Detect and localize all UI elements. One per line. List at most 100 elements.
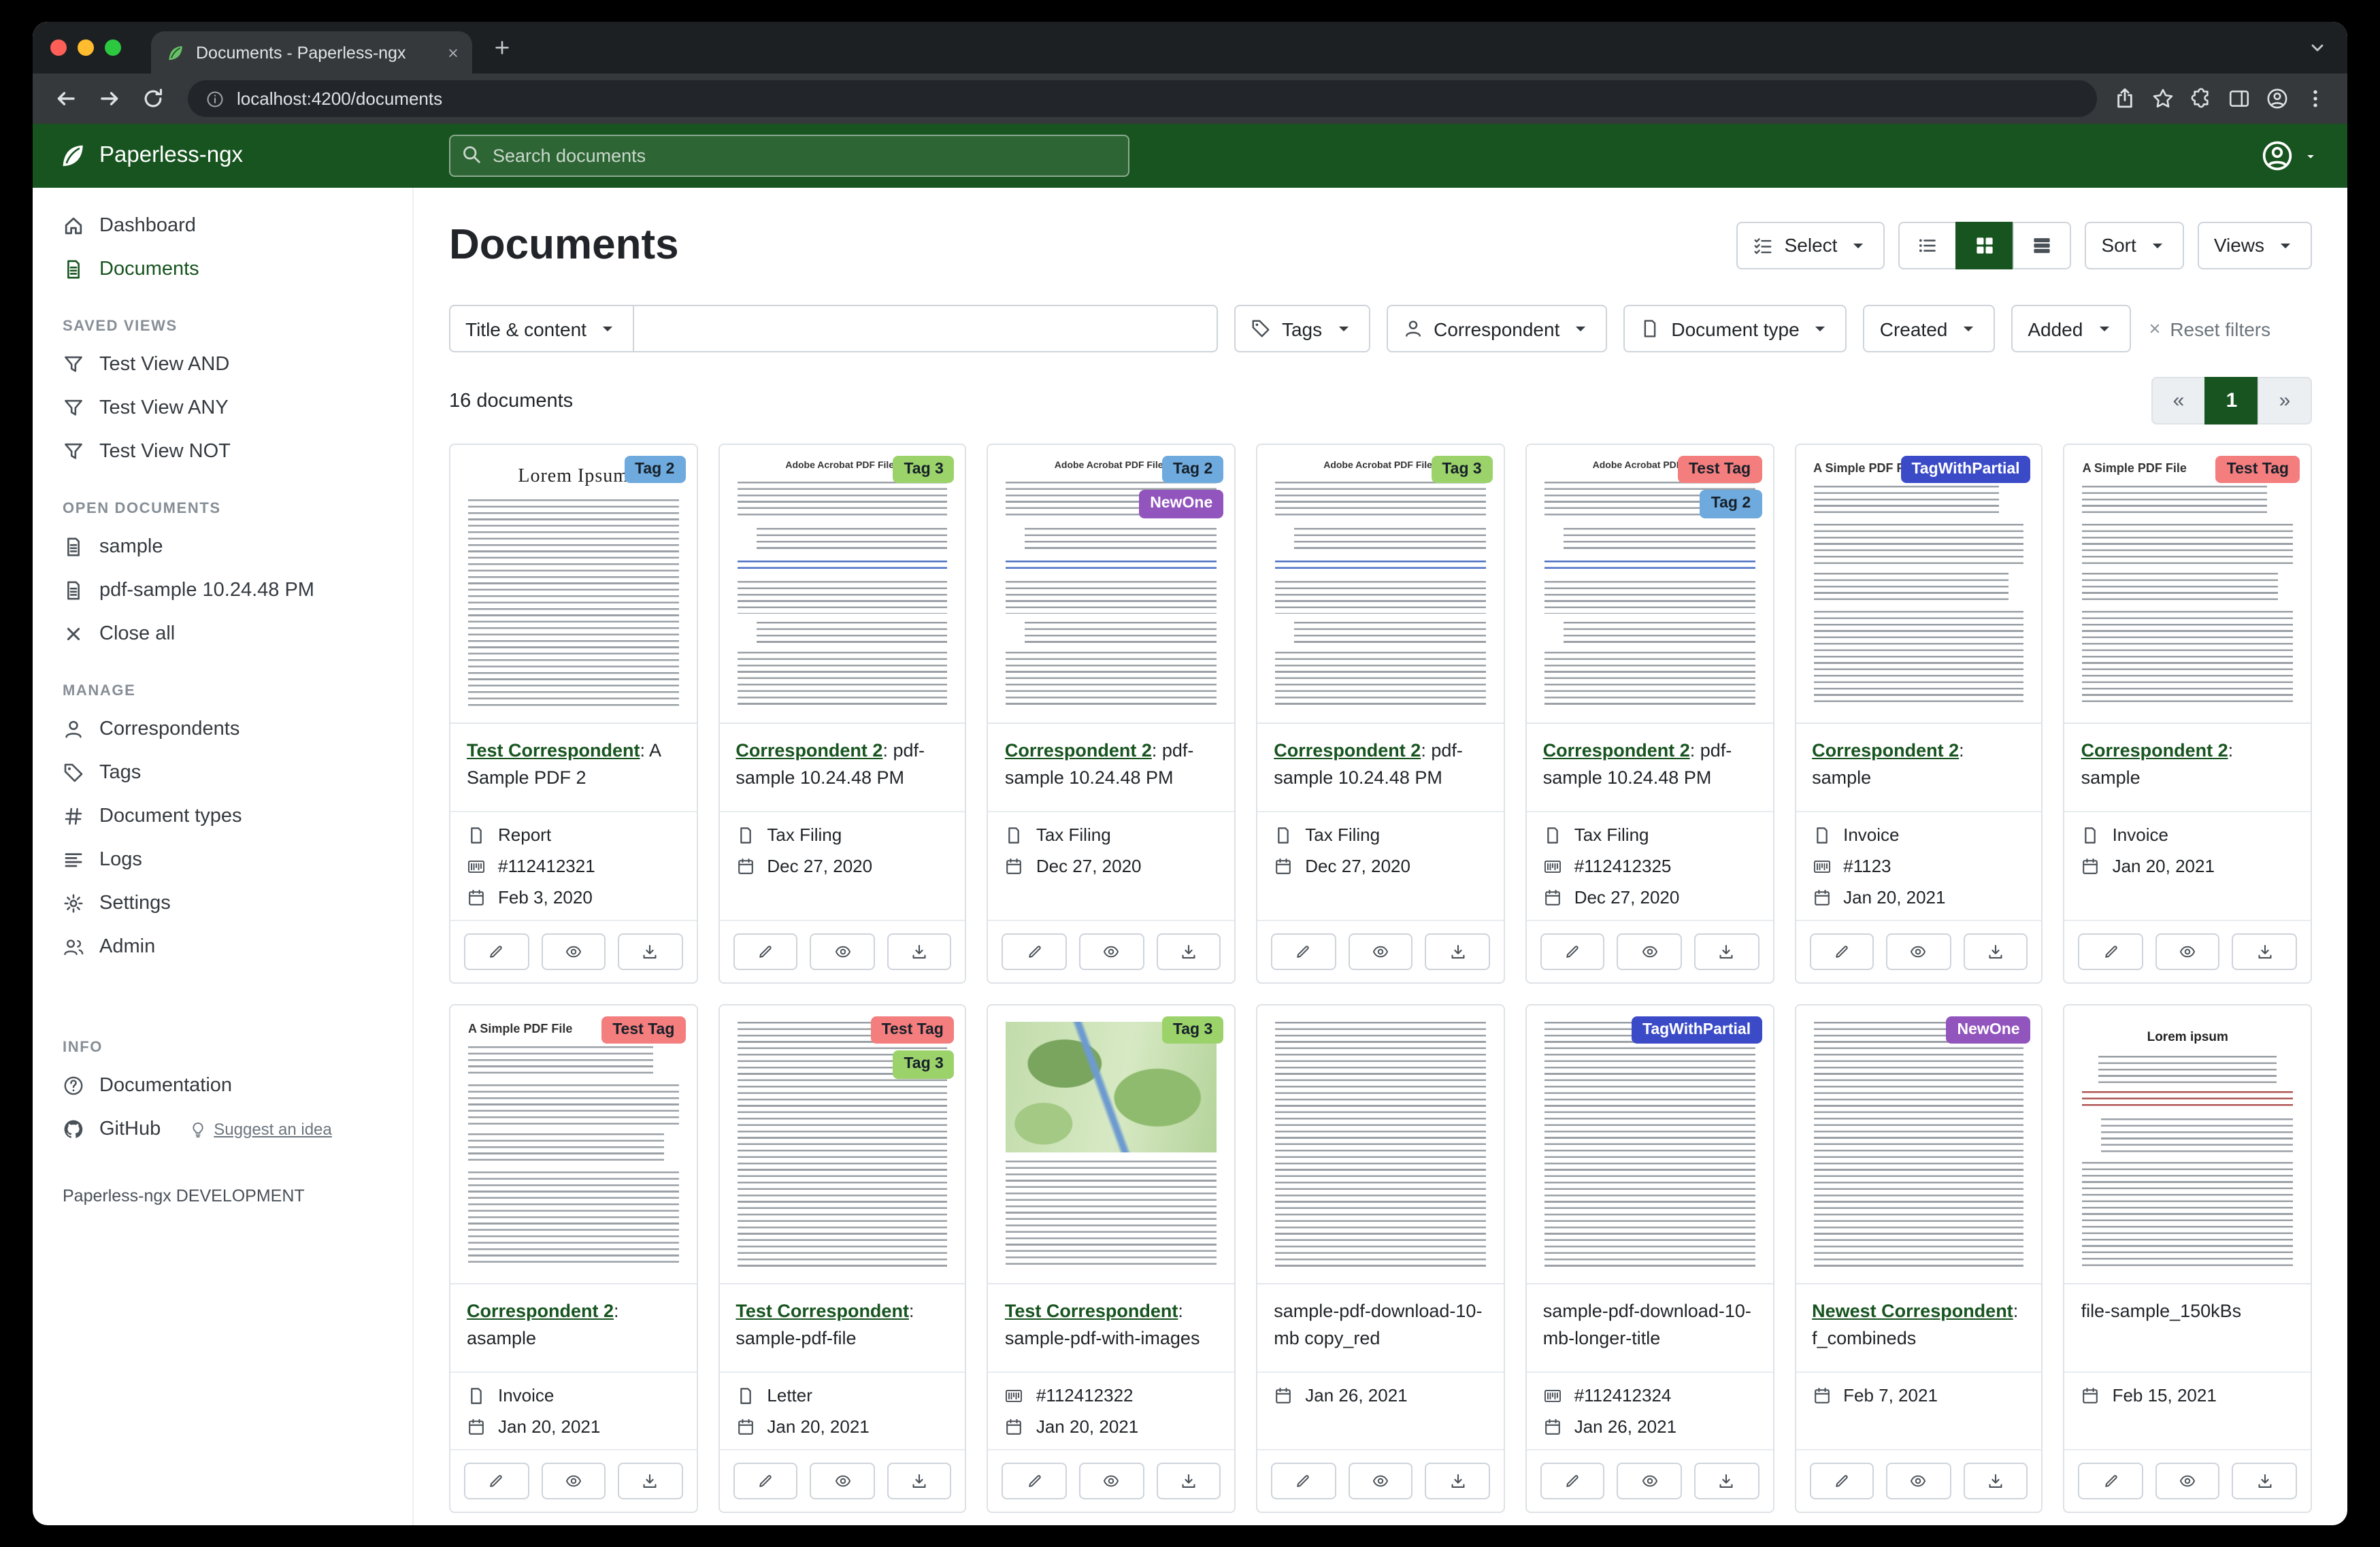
previous-page-button[interactable]: «	[2151, 377, 2206, 425]
download-button[interactable]	[618, 933, 682, 970]
document-title-link[interactable]: sample-pdf-download-10-mb copy_red	[1274, 1301, 1482, 1348]
download-button[interactable]	[1156, 1463, 1221, 1499]
edit-button[interactable]	[2079, 1463, 2143, 1499]
download-button[interactable]	[887, 933, 952, 970]
edit-button[interactable]	[1002, 933, 1067, 970]
tag-badge[interactable]: Test Tag	[601, 1016, 685, 1044]
tag-badge[interactable]: Tag 3	[893, 456, 954, 484]
edit-button[interactable]	[1809, 933, 1874, 970]
correspondent-link[interactable]: Test Correspondent	[736, 1301, 909, 1321]
edit-button[interactable]	[1271, 1463, 1336, 1499]
sidebar-item-test-view-any[interactable]: Test View ANY	[33, 386, 412, 430]
sidebar-item-admin[interactable]: Admin	[33, 925, 412, 969]
edit-button[interactable]	[733, 933, 797, 970]
document-thumbnail[interactable]: Adobe Acrobat PDF Files	[719, 445, 965, 724]
browser-tab[interactable]: Documents - Paperless-ngx	[151, 31, 472, 73]
close-tab-icon[interactable]	[446, 46, 460, 59]
view-button[interactable]	[1886, 933, 1951, 970]
tag-badge[interactable]: Test Tag	[2216, 456, 2300, 484]
minimize-window-button[interactable]	[78, 39, 94, 56]
document-thumbnail[interactable]: Lorem ipsum	[2065, 1005, 2311, 1284]
correspondent-link[interactable]: Correspondent 2	[467, 1301, 614, 1321]
detail-view-button[interactable]	[2013, 221, 2071, 269]
correspondent-link[interactable]: Correspondent 2	[1543, 740, 1690, 761]
close-window-button[interactable]	[50, 39, 67, 56]
sidebar-item-github[interactable]: GitHub Suggest an idea	[33, 1108, 412, 1151]
filter-text-input[interactable]	[633, 305, 1218, 352]
download-button[interactable]	[618, 1463, 682, 1499]
extensions-button[interactable]	[2189, 87, 2213, 110]
bookmark-star-button[interactable]	[2151, 87, 2175, 110]
tag-badge[interactable]: Tag 2	[624, 456, 685, 484]
download-button[interactable]	[1963, 933, 2028, 970]
view-button[interactable]	[541, 1463, 606, 1499]
view-button[interactable]	[1617, 933, 1682, 970]
browser-menu-button[interactable]	[2304, 87, 2327, 110]
download-button[interactable]	[1694, 933, 1759, 970]
correspondent-filter-button[interactable]: Correspondent	[1386, 305, 1607, 352]
document-thumbnail[interactable]: Adobe Acrobat PDF Files	[1257, 445, 1503, 724]
tag-badge[interactable]: NewOne	[1947, 1016, 2031, 1044]
maximize-window-button[interactable]	[105, 39, 121, 56]
created-filter-button[interactable]: Created	[1864, 305, 1996, 352]
share-button[interactable]	[2113, 87, 2136, 110]
tag-badge[interactable]: NewOne	[1139, 490, 1223, 518]
edit-button[interactable]	[733, 1463, 797, 1499]
correspondent-link[interactable]: Test Correspondent	[1005, 1301, 1178, 1321]
document-type-filter-button[interactable]: Document type	[1623, 305, 1847, 352]
tag-badge[interactable]: TagWithPartial	[1900, 456, 2030, 484]
side-panel-button[interactable]	[2228, 87, 2251, 110]
tags-filter-button[interactable]: Tags	[1234, 305, 1370, 352]
browser-profile-button[interactable]	[2266, 87, 2289, 110]
current-page-button[interactable]: 1	[2204, 377, 2259, 425]
document-thumbnail[interactable]	[1257, 1005, 1503, 1284]
sidebar-item-test-view-not[interactable]: Test View NOT	[33, 430, 412, 473]
added-filter-button[interactable]: Added	[2011, 305, 2130, 352]
view-button[interactable]	[810, 933, 875, 970]
view-button[interactable]	[541, 933, 606, 970]
tag-badge[interactable]: Tag 2	[1700, 490, 1762, 518]
correspondent-link[interactable]: Correspondent 2	[2081, 740, 2228, 761]
sidebar-item-documentation[interactable]: Documentation	[33, 1064, 412, 1108]
grid-view-button[interactable]	[1955, 221, 2014, 269]
sidebar-item-dashboard[interactable]: Dashboard	[33, 204, 412, 248]
edit-button[interactable]	[464, 1463, 529, 1499]
view-button[interactable]	[1886, 1463, 1951, 1499]
correspondent-link[interactable]: Newest Correspondent	[1812, 1301, 2013, 1321]
suggest-idea-link[interactable]: Suggest an idea	[189, 1120, 332, 1139]
search-input[interactable]	[449, 135, 1129, 177]
site-info-icon[interactable]	[205, 89, 225, 108]
views-button[interactable]: Views	[2198, 221, 2312, 269]
new-tab-button[interactable]	[484, 30, 520, 65]
correspondent-link[interactable]: Correspondent 2	[736, 740, 882, 761]
tag-badge[interactable]: Tag 3	[1431, 456, 1492, 484]
sidebar-item-correspondents[interactable]: Correspondents	[33, 708, 412, 751]
document-thumbnail[interactable]	[989, 1005, 1234, 1284]
sidebar-item-close-all[interactable]: Close all	[33, 612, 412, 656]
correspondent-link[interactable]: Correspondent 2	[1812, 740, 1959, 761]
download-button[interactable]	[2232, 933, 2297, 970]
edit-button[interactable]	[1540, 1463, 1605, 1499]
view-button[interactable]	[2155, 933, 2220, 970]
view-button[interactable]	[1079, 1463, 1144, 1499]
view-button[interactable]	[1348, 933, 1412, 970]
sidebar-item-tags[interactable]: Tags	[33, 751, 412, 795]
document-thumbnail[interactable]	[1796, 1005, 2041, 1284]
address-bar[interactable]: localhost:4200/documents	[188, 80, 2097, 117]
download-button[interactable]	[1963, 1463, 2028, 1499]
tag-badge[interactable]: Test Tag	[1678, 456, 1762, 484]
sidebar-item-document-types[interactable]: Document types	[33, 795, 412, 838]
sidebar-item-logs[interactable]: Logs	[33, 838, 412, 882]
view-button[interactable]	[1617, 1463, 1682, 1499]
view-button[interactable]	[810, 1463, 875, 1499]
sidebar-item-documents[interactable]: Documents	[33, 248, 412, 291]
list-view-button[interactable]	[1898, 221, 1957, 269]
view-button[interactable]	[1079, 933, 1144, 970]
document-thumbnail[interactable]: A Simple PDF File	[1796, 445, 2041, 724]
edit-button[interactable]	[2079, 933, 2143, 970]
tab-search-button[interactable]	[2308, 38, 2327, 57]
correspondent-link[interactable]: Correspondent 2	[1005, 740, 1152, 761]
download-button[interactable]	[2232, 1463, 2297, 1499]
sidebar-item-open-sample[interactable]: sample	[33, 525, 412, 569]
correspondent-link[interactable]: Correspondent 2	[1274, 740, 1421, 761]
